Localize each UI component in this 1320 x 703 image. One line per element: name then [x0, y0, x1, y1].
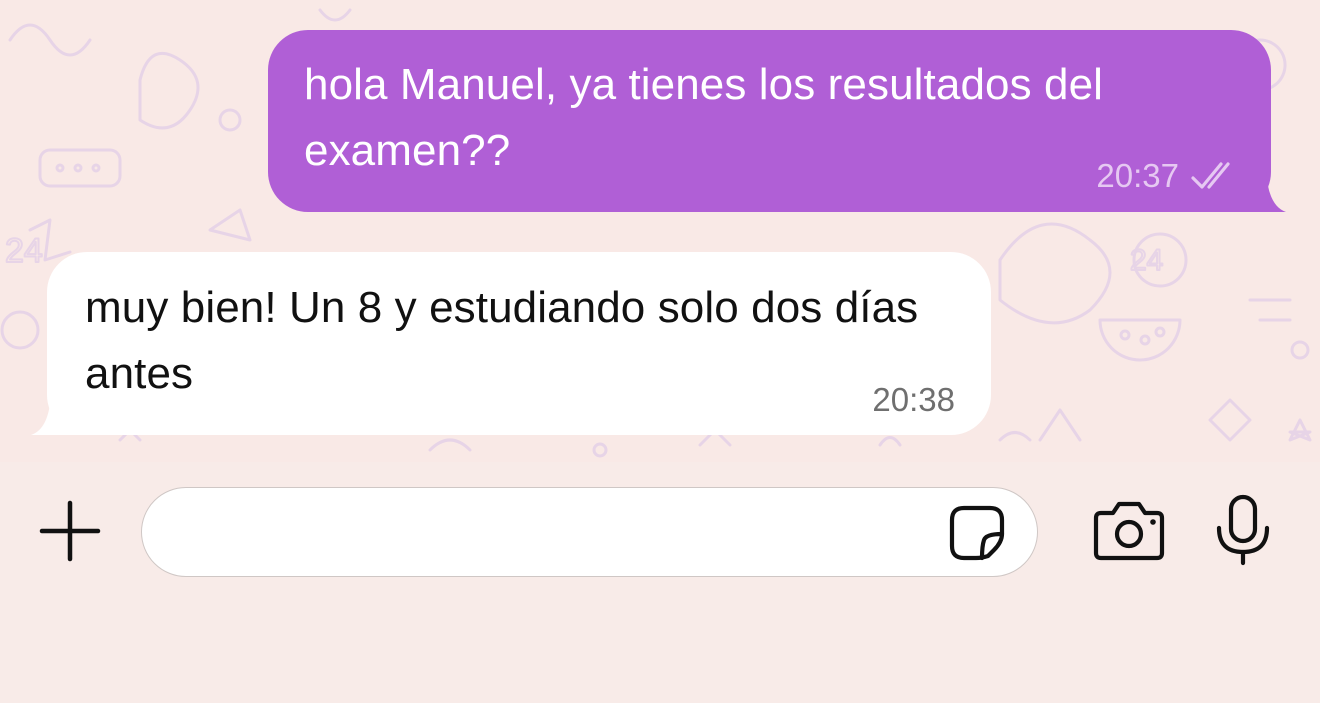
svg-text:24: 24: [5, 232, 43, 270]
microphone-icon[interactable]: [1215, 494, 1271, 566]
incoming-message-bubble[interactable]: muy bien! Un 8 y estudiando solo dos día…: [31, 252, 991, 435]
chat-area[interactable]: 24 24 hola Manuel, ya tienes los resulta…: [0, 0, 1320, 462]
double-check-icon: [1191, 162, 1230, 189]
incoming-message-meta: 20:38: [872, 381, 955, 419]
sticker-icon[interactable]: [948, 504, 1006, 562]
message-input[interactable]: [172, 506, 936, 560]
outgoing-message-meta: 20:37: [1096, 157, 1237, 195]
plus-icon[interactable]: [38, 499, 102, 563]
incoming-message-time: 20:38: [872, 381, 955, 418]
incoming-message-text: muy bien! Un 8 y estudiando solo dos día…: [85, 283, 919, 398]
incoming-bubble-tail: [31, 394, 89, 435]
svg-text:24: 24: [1130, 244, 1163, 277]
outgoing-message-time: 20:37: [1096, 157, 1179, 194]
camera-icon[interactable]: [1093, 499, 1165, 561]
outgoing-message-bubble[interactable]: hola Manuel, ya tienes los resultados de…: [268, 30, 1286, 212]
message-input-field[interactable]: [141, 487, 1038, 577]
